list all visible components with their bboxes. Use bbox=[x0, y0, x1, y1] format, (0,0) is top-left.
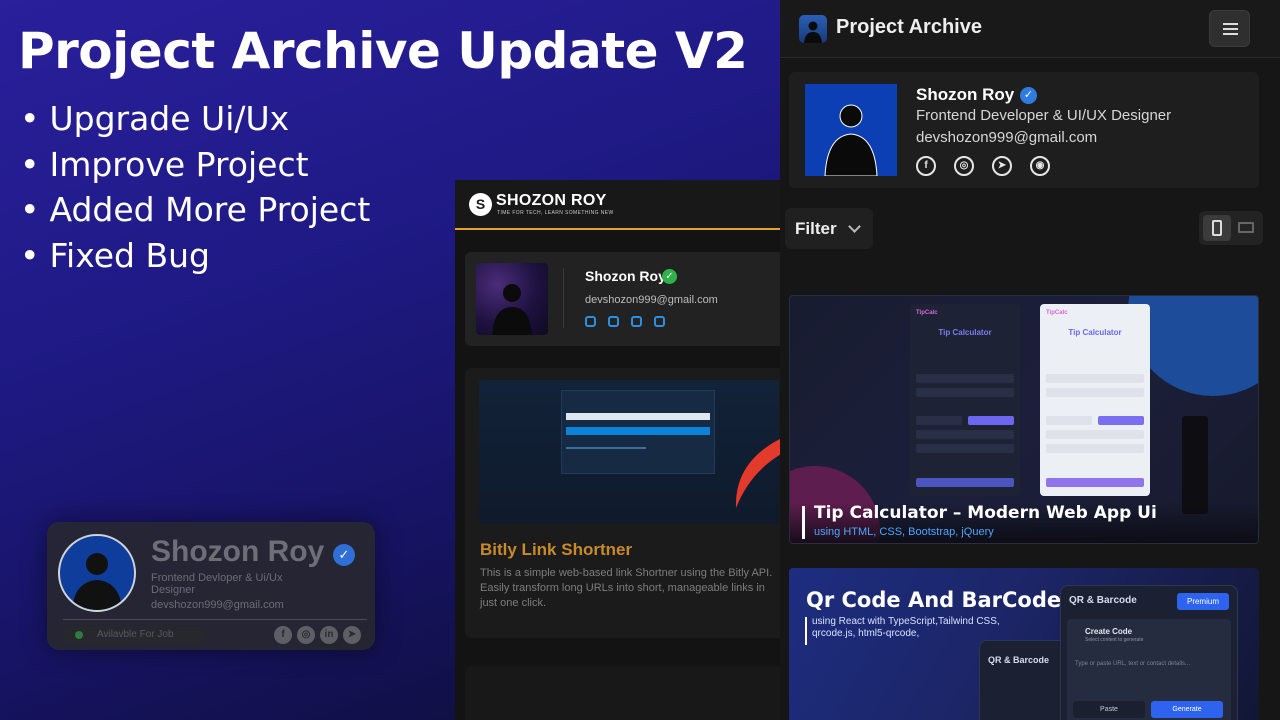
profile-name: Shozon Roy bbox=[916, 85, 1015, 104]
avatar bbox=[58, 534, 136, 612]
badge-name: Shozon Roy bbox=[151, 535, 325, 568]
app-title: Project Archive bbox=[836, 16, 982, 38]
status-text: Avilavble For Job bbox=[97, 629, 174, 640]
filter-label: Filter bbox=[795, 219, 837, 238]
mobile-view-button[interactable] bbox=[1203, 215, 1231, 241]
logo-icon[interactable]: S bbox=[469, 193, 492, 216]
app-topbar: Project Archive bbox=[780, 0, 1280, 58]
project-card-qr-barcode[interactable]: Qr Code And BarCode using React with Typ… bbox=[789, 568, 1259, 720]
credit-strip bbox=[1182, 416, 1208, 514]
preview-mobile: QR & Barcode bbox=[979, 640, 1071, 720]
profile-email[interactable]: devshozon999@gmail.com bbox=[585, 294, 718, 306]
social-links: f ◎ ➤ ◉ bbox=[916, 156, 1050, 176]
project-card-tip-calculator[interactable]: TipCalc Tip Calculator TipCalc Tip Calcu… bbox=[789, 295, 1259, 544]
feature-list: Upgrade Ui/Ux Improve Project Added More… bbox=[20, 96, 370, 278]
project-title[interactable]: Tip Calculator – Modern Web App Ui bbox=[814, 503, 1157, 523]
feature-item: Upgrade Ui/Ux bbox=[20, 96, 370, 142]
verified-icon: ✓ bbox=[662, 269, 677, 284]
project-description: This is a simple web-based link Shortner… bbox=[480, 567, 773, 609]
project-card[interactable] bbox=[465, 666, 781, 720]
instagram-icon[interactable]: ◎ bbox=[954, 156, 974, 176]
divider bbox=[63, 619, 367, 620]
divider bbox=[563, 268, 564, 328]
feature-item: Added More Project bbox=[20, 187, 370, 233]
page-headline: Project Archive Update V2 bbox=[18, 22, 748, 80]
status-dot-icon bbox=[75, 631, 83, 639]
badge-role: Frontend Devloper & Ui/Ux Designer bbox=[151, 572, 283, 596]
profile-role: Frontend Developer & UI/UX Designer bbox=[916, 107, 1172, 124]
facebook-icon[interactable]: f bbox=[916, 156, 936, 176]
project-tech: using HTML, CSS, Bootstrap, jQuery bbox=[814, 526, 994, 538]
app-logo-icon[interactable] bbox=[799, 15, 827, 43]
screenshot-panel bbox=[561, 390, 715, 474]
github-icon[interactable] bbox=[654, 316, 665, 327]
site-logo[interactable]: SHOZON ROY bbox=[496, 192, 607, 210]
verified-icon: ✓ bbox=[1020, 87, 1037, 104]
instagram-icon[interactable] bbox=[608, 316, 619, 327]
site-header: S SHOZON ROY TIME FOR TECH, LEARN SOMETH… bbox=[455, 180, 781, 230]
feature-item: Fixed Bug bbox=[20, 233, 370, 279]
social-links bbox=[585, 316, 665, 327]
verified-icon: ✓ bbox=[333, 544, 355, 566]
preview-dark-mode: TipCalc Tip Calculator bbox=[910, 304, 1020, 496]
availability-status: Avilavble For Job bbox=[63, 626, 206, 644]
menu-button[interactable] bbox=[1209, 10, 1250, 47]
social-links: f ◎ in ➤ bbox=[274, 626, 361, 644]
view-toggle bbox=[1199, 211, 1263, 245]
badge-email: devshozon999@gmail.com bbox=[151, 599, 284, 611]
instagram-icon[interactable]: ◎ bbox=[297, 626, 315, 644]
telegram-icon[interactable]: ➤ bbox=[992, 156, 1012, 176]
desktop-icon bbox=[1238, 222, 1254, 233]
project-tech: using React with TypeScript,Tailwind CSS… bbox=[812, 616, 1000, 639]
profile-card: Shozon Roy ✓ Frontend Developer & UI/UX … bbox=[789, 72, 1259, 188]
preview-desktop: QR & Barcode Premium Create Code Select … bbox=[1060, 585, 1238, 720]
avatar bbox=[805, 84, 897, 176]
profile-email[interactable]: devshozon999@gmail.com bbox=[916, 129, 1097, 146]
new-version-window: Project Archive Shozon Roy ✓ Frontend De… bbox=[780, 0, 1280, 720]
avatar bbox=[476, 263, 548, 335]
linkedin-icon[interactable]: in bbox=[320, 626, 338, 644]
profile-card: Shozon Roy ✓ devshozon999@gmail.com bbox=[465, 252, 781, 346]
project-title[interactable]: Qr Code And BarCode bbox=[806, 588, 1061, 612]
github-icon[interactable]: ◉ bbox=[1030, 156, 1050, 176]
facebook-icon[interactable] bbox=[585, 316, 596, 327]
telegram-icon[interactable] bbox=[631, 316, 642, 327]
hamburger-icon bbox=[1223, 23, 1238, 25]
preview-light-mode: TipCalc Tip Calculator bbox=[1040, 304, 1150, 496]
facebook-icon[interactable]: f bbox=[274, 626, 292, 644]
profile-name: Shozon Roy bbox=[585, 268, 666, 284]
site-tagline: TIME FOR TECH, LEARN SOMETHING NEW bbox=[497, 210, 614, 216]
telegram-icon[interactable]: ➤ bbox=[343, 626, 361, 644]
project-title[interactable]: Bitly Link Shortner bbox=[480, 540, 632, 560]
filter-dropdown[interactable]: Filter bbox=[785, 208, 873, 249]
chevron-down-icon bbox=[848, 220, 861, 233]
mobile-icon bbox=[1212, 220, 1222, 236]
profile-badge: Shozon Roy ✓ Frontend Devloper & Ui/Ux D… bbox=[47, 522, 375, 650]
feature-item: Improve Project bbox=[20, 142, 370, 188]
